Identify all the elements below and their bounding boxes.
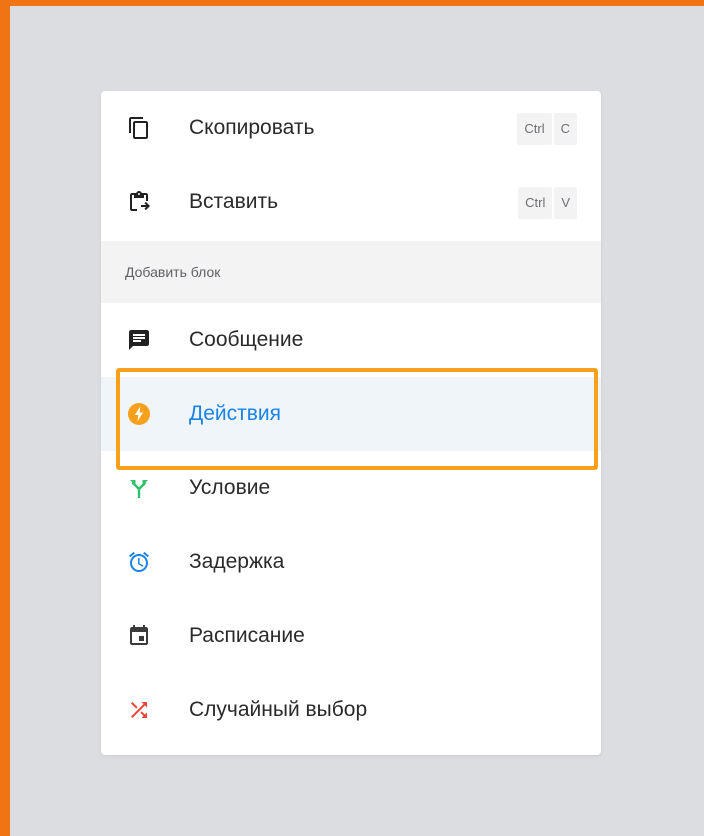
context-menu: Скопировать Ctrl C Вставить Ctrl V Добав… <box>101 91 601 755</box>
menu-item-schedule[interactable]: Расписание <box>101 599 601 673</box>
menu-item-condition[interactable]: Условие <box>101 451 601 525</box>
shuffle-icon <box>127 698 151 722</box>
copy-shortcut: Ctrl C <box>517 113 577 145</box>
shortcut-key-v: V <box>554 187 577 219</box>
menu-item-copy[interactable]: Скопировать Ctrl C <box>101 91 601 165</box>
menu-item-paste[interactable]: Вставить Ctrl V <box>101 165 601 239</box>
alarm-clock-icon <box>127 550 151 574</box>
menu-item-delay[interactable]: Задержка <box>101 525 601 599</box>
calendar-icon <box>127 624 151 648</box>
menu-item-message-label: Сообщение <box>189 328 304 351</box>
shortcut-key-ctrl: Ctrl <box>517 113 552 145</box>
menu-item-random-choice[interactable]: Случайный выбор <box>101 673 601 747</box>
message-icon <box>127 328 151 352</box>
menu-item-paste-label: Вставить <box>189 190 279 213</box>
paste-shortcut: Ctrl V <box>518 187 577 219</box>
lightning-icon <box>127 402 151 426</box>
menu-item-actions[interactable]: Действия <box>101 377 601 451</box>
menu-item-random-choice-label: Случайный выбор <box>189 698 368 721</box>
section-header-add-block: Добавить блок <box>101 241 601 303</box>
menu-item-actions-label: Действия <box>189 402 282 425</box>
copy-icon <box>127 116 151 140</box>
shortcut-key-ctrl: Ctrl <box>518 187 553 219</box>
menu-item-delay-label: Задержка <box>189 550 285 573</box>
menu-item-copy-label: Скопировать <box>189 116 315 139</box>
section-header-label: Добавить блок <box>125 264 221 280</box>
menu-item-message[interactable]: Сообщение <box>101 303 601 377</box>
split-arrows-icon <box>127 476 151 500</box>
menu-item-schedule-label: Расписание <box>189 624 305 647</box>
menu-item-condition-label: Условие <box>189 476 271 499</box>
shortcut-key-c: C <box>553 113 577 145</box>
paste-icon <box>127 190 151 214</box>
